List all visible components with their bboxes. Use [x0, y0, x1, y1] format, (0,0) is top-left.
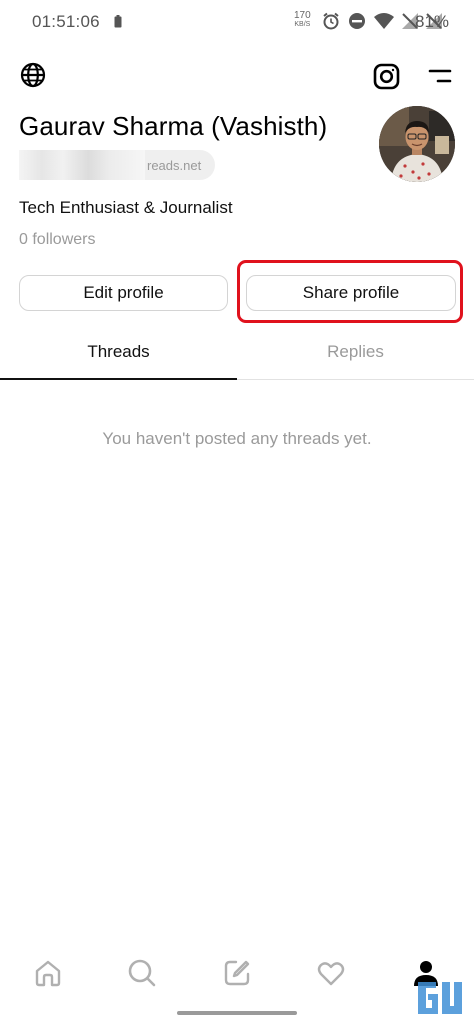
status-bar: 01:51:06 170 KB/S 81%: [0, 0, 474, 44]
heart-icon[interactable]: [313, 955, 349, 991]
tab-replies[interactable]: Replies: [237, 342, 474, 362]
globe-icon[interactable]: [18, 60, 48, 90]
network-speed-unit: KB/S: [294, 21, 311, 28]
profile-handle[interactable]: reads.net: [19, 150, 216, 180]
profile-name: Gaurav Sharma (Vashisth): [19, 111, 328, 141]
instagram-icon[interactable]: [370, 60, 402, 92]
wifi-icon: [374, 13, 394, 29]
profile-bio: Tech Enthusiast & Journalist: [19, 198, 233, 217]
alarm-icon: [323, 12, 339, 30]
battery-percent: 81%: [415, 12, 450, 31]
handle-domain: reads.net: [145, 150, 216, 180]
active-tab-indicator: [0, 378, 237, 380]
watermark-logo: [418, 982, 462, 1014]
dnd-icon: [349, 13, 365, 29]
tab-threads[interactable]: Threads: [0, 342, 237, 362]
battery-saver-icon: [114, 15, 122, 28]
status-time: 01:51:06: [32, 12, 100, 31]
edit-profile-button[interactable]: Edit profile: [19, 275, 228, 311]
network-speed: 170 KB/S: [294, 11, 311, 29]
followers-count[interactable]: 0 followers: [19, 231, 95, 249]
menu-icon[interactable]: [424, 62, 456, 90]
search-icon[interactable]: [124, 955, 160, 991]
network-speed-value: 170: [294, 10, 311, 21]
avatar[interactable]: [379, 106, 455, 182]
share-button-highlight: [237, 260, 463, 323]
home-icon[interactable]: [30, 955, 66, 991]
home-indicator[interactable]: [177, 1011, 297, 1015]
empty-state-message: You haven't posted any threads yet.: [102, 429, 372, 448]
compose-icon[interactable]: [219, 955, 255, 991]
handle-redacted: [19, 150, 145, 180]
